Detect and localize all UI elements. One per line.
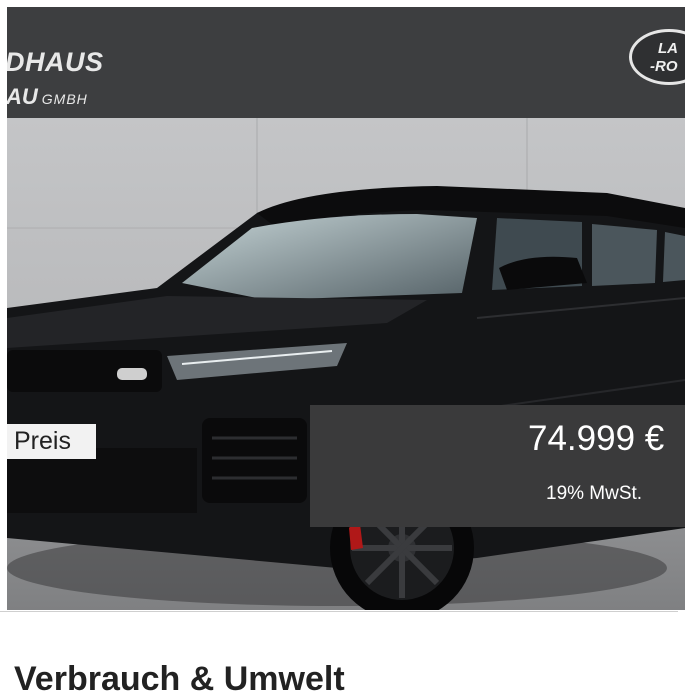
dealer-name: DHAUS (7, 47, 104, 77)
dealer-legal-suffix: GMBH (41, 91, 88, 107)
dealer-name-part: AU (7, 84, 38, 109)
brand-logo-icon: LA -RO (629, 29, 685, 85)
price-value: 74.999 € (528, 419, 665, 458)
price-label: Preis (7, 424, 96, 459)
dealer-name-line2: AU GMBH (7, 84, 88, 110)
brand-logo-text-top: LA (658, 40, 678, 57)
section-title: Verbrauch & Umwelt (14, 660, 345, 698)
dealer-header: DHAUS AU GMBH LA -RO (7, 7, 685, 118)
vehicle-photo[interactable] (7, 118, 685, 610)
vat-note: 19% MwSt. (546, 483, 643, 504)
section-divider (0, 611, 678, 612)
brand-logo-text-bottom: -RO (650, 58, 678, 75)
price-box: 74.999 € 19% MwSt. (310, 405, 685, 527)
vehicle-listing-card: DHAUS AU GMBH LA -RO Preis 74.999 € 19% … (7, 7, 685, 610)
